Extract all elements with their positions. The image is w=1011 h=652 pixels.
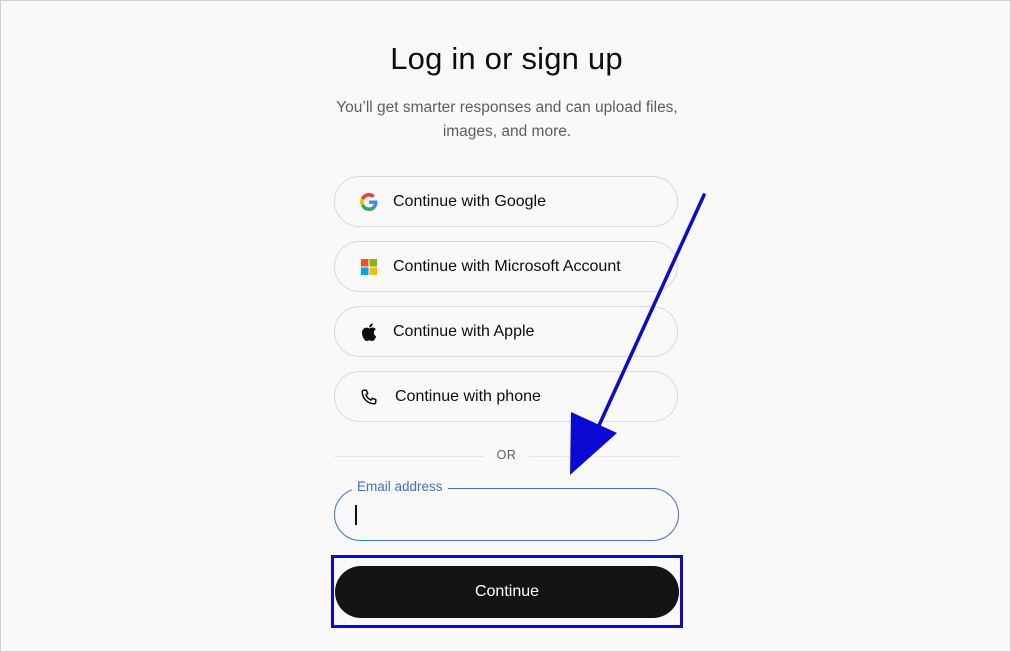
- annotation-arrow-icon: [570, 193, 706, 475]
